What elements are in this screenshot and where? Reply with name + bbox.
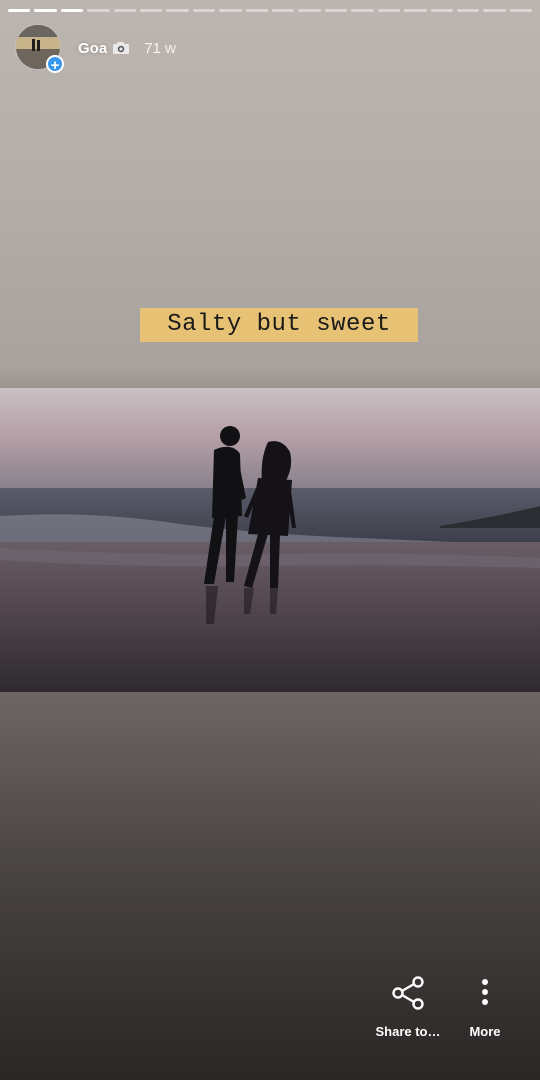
progress-segment (245, 9, 269, 12)
progress-segment (60, 9, 84, 12)
share-button[interactable]: Share to… (368, 970, 448, 1039)
progress-segment (430, 9, 453, 12)
story-actions: Share to… More (0, 970, 540, 1080)
progress-segment (192, 9, 216, 12)
progress-segment (351, 9, 374, 12)
progress-segment (324, 9, 348, 12)
progress-segment (272, 9, 295, 12)
progress-segment (404, 9, 427, 12)
camera-icon (113, 42, 130, 54)
share-label: Share to… (375, 1024, 441, 1039)
more-button[interactable]: More (445, 970, 525, 1039)
add-story-icon[interactable]: + (46, 55, 64, 74)
progress-segment (456, 9, 480, 12)
story-timestamp: 71 w (144, 39, 176, 57)
caption-sticker: Salty but sweet (140, 308, 418, 342)
more-label: More (469, 1024, 501, 1039)
progress-segment (8, 9, 31, 12)
progress-segment (509, 9, 533, 12)
story-progress-bar (8, 9, 533, 12)
progress-segment (140, 9, 163, 12)
progress-segment (377, 9, 401, 12)
story-username[interactable]: Goa (78, 40, 107, 57)
progress-segment (219, 9, 242, 12)
progress-segment (34, 9, 57, 12)
story-photo (0, 388, 540, 692)
progress-segment (113, 9, 137, 12)
share-icon (392, 976, 424, 1010)
progress-segment (166, 9, 189, 12)
progress-segment (87, 9, 110, 12)
progress-segment (483, 9, 506, 12)
more-vertical-icon (482, 979, 488, 1005)
progress-segment (298, 9, 321, 12)
avatar[interactable]: + (16, 25, 64, 74)
story-header: + Goa 71 w (16, 24, 176, 74)
